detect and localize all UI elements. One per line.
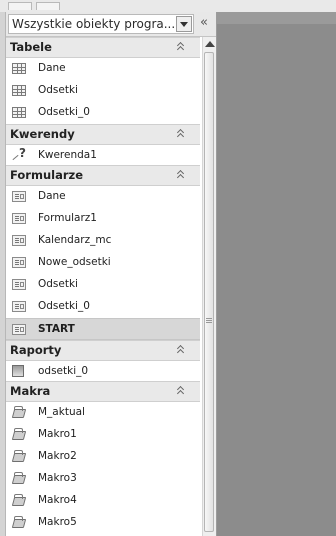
list-item-label: Makro3 [38,472,77,484]
group-header-kwerendy[interactable]: Kwerendy [6,124,200,145]
collapse-group-icon[interactable] [176,170,186,180]
list-item[interactable]: Kwerenda1 [6,145,200,165]
list-item-label: Makro5 [38,516,77,528]
list-item-label: Dane [38,190,66,202]
collapse-group-icon[interactable] [176,42,186,52]
list-item-label: Formularz1 [38,212,97,224]
list-item[interactable]: Kalendarz_mc [6,230,200,252]
table-icon [12,107,26,118]
list-item[interactable]: odsetki_0 [6,361,200,381]
scrollbar-grip-icon [206,318,212,323]
macro-icon [12,472,24,484]
group-header-makra[interactable]: Makra [6,381,200,402]
list-item[interactable]: Nowe_odsetki [6,252,200,274]
vertical-scrollbar[interactable] [202,37,216,536]
list-item[interactable]: Makro4 [6,490,200,512]
group-header-raporty[interactable]: Raporty [6,340,200,361]
query-icon [12,146,26,161]
form-icon [12,257,26,268]
list-item[interactable]: Makro1 [6,424,200,446]
list-item-label: Odsetki_0 [38,300,90,312]
chevron-down-icon[interactable] [176,16,192,32]
form-icon [12,235,26,246]
list-item[interactable]: Dane [6,58,200,80]
list-item-label: Makro4 [38,494,77,506]
scroll-up-arrow-icon[interactable] [205,41,215,47]
navigation-pane-header: Wszystkie obiekty progra... « [6,12,216,37]
form-icon [12,301,26,312]
form-icon [12,324,26,335]
scrollbar-thumb[interactable] [204,52,214,532]
list-item[interactable]: Odsetki [6,274,200,296]
group-title: Tabele [10,40,52,54]
object-list: Tabele Dane Odsetki Odsetki_0 Kwerendy K… [6,37,200,534]
list-item-selected[interactable]: START [6,318,200,340]
list-item[interactable]: Dane [6,186,200,208]
list-item-label: Makro2 [38,450,77,462]
list-item-label: START [38,323,75,335]
form-icon [12,191,26,202]
group-title: Raporty [10,343,62,357]
object-filter-text: Wszystkie obiekty progra... [12,17,176,31]
list-item-label: Kwerenda1 [38,149,97,161]
list-item-label: odsetki_0 [38,365,89,377]
macro-icon [12,494,24,506]
list-item-label: Makro1 [38,428,77,440]
workspace-area [217,12,336,536]
table-icon [12,63,26,74]
list-item[interactable]: Odsetki_0 [6,296,200,318]
collapse-group-icon[interactable] [176,386,186,396]
macro-icon [12,516,24,528]
navigation-pane: Wszystkie obiekty progra... « Tabele Dan… [6,12,217,536]
list-item[interactable]: Odsetki_0 [6,102,200,124]
table-icon [12,85,26,96]
group-title: Kwerendy [10,127,75,141]
group-header-formularze[interactable]: Formularze [6,165,200,186]
collapse-group-icon[interactable] [176,345,186,355]
list-item[interactable]: M_aktual [6,402,200,424]
form-icon [12,279,26,290]
list-item[interactable]: Odsetki [6,80,200,102]
list-item-label: Odsetki [38,278,78,290]
form-icon [12,213,26,224]
top-tab-2[interactable] [36,2,60,10]
list-item[interactable]: Makro2 [6,446,200,468]
group-title: Makra [10,384,51,398]
list-item-label: M_aktual [38,406,85,418]
object-filter-dropdown[interactable]: Wszystkie obiekty progra... [8,14,194,34]
list-item-label: Nowe_odsetki [38,256,111,268]
list-item-label: Odsetki [38,84,78,96]
list-item[interactable]: Formularz1 [6,208,200,230]
workspace-header [217,12,336,24]
group-title: Formularze [10,168,83,182]
macro-icon [12,428,24,440]
macro-icon [12,406,24,418]
group-header-tabele[interactable]: Tabele [6,37,200,58]
report-icon [12,365,24,377]
list-item-label: Dane [38,62,66,74]
list-item-label: Kalendarz_mc [38,234,112,246]
list-item-label: Odsetki_0 [38,106,90,118]
collapse-group-icon[interactable] [176,129,186,139]
list-item[interactable]: Makro5 [6,512,200,534]
top-tab-1[interactable] [8,2,32,10]
list-item[interactable]: Makro3 [6,468,200,490]
collapse-pane-button[interactable]: « [196,16,212,30]
macro-icon [12,450,24,462]
